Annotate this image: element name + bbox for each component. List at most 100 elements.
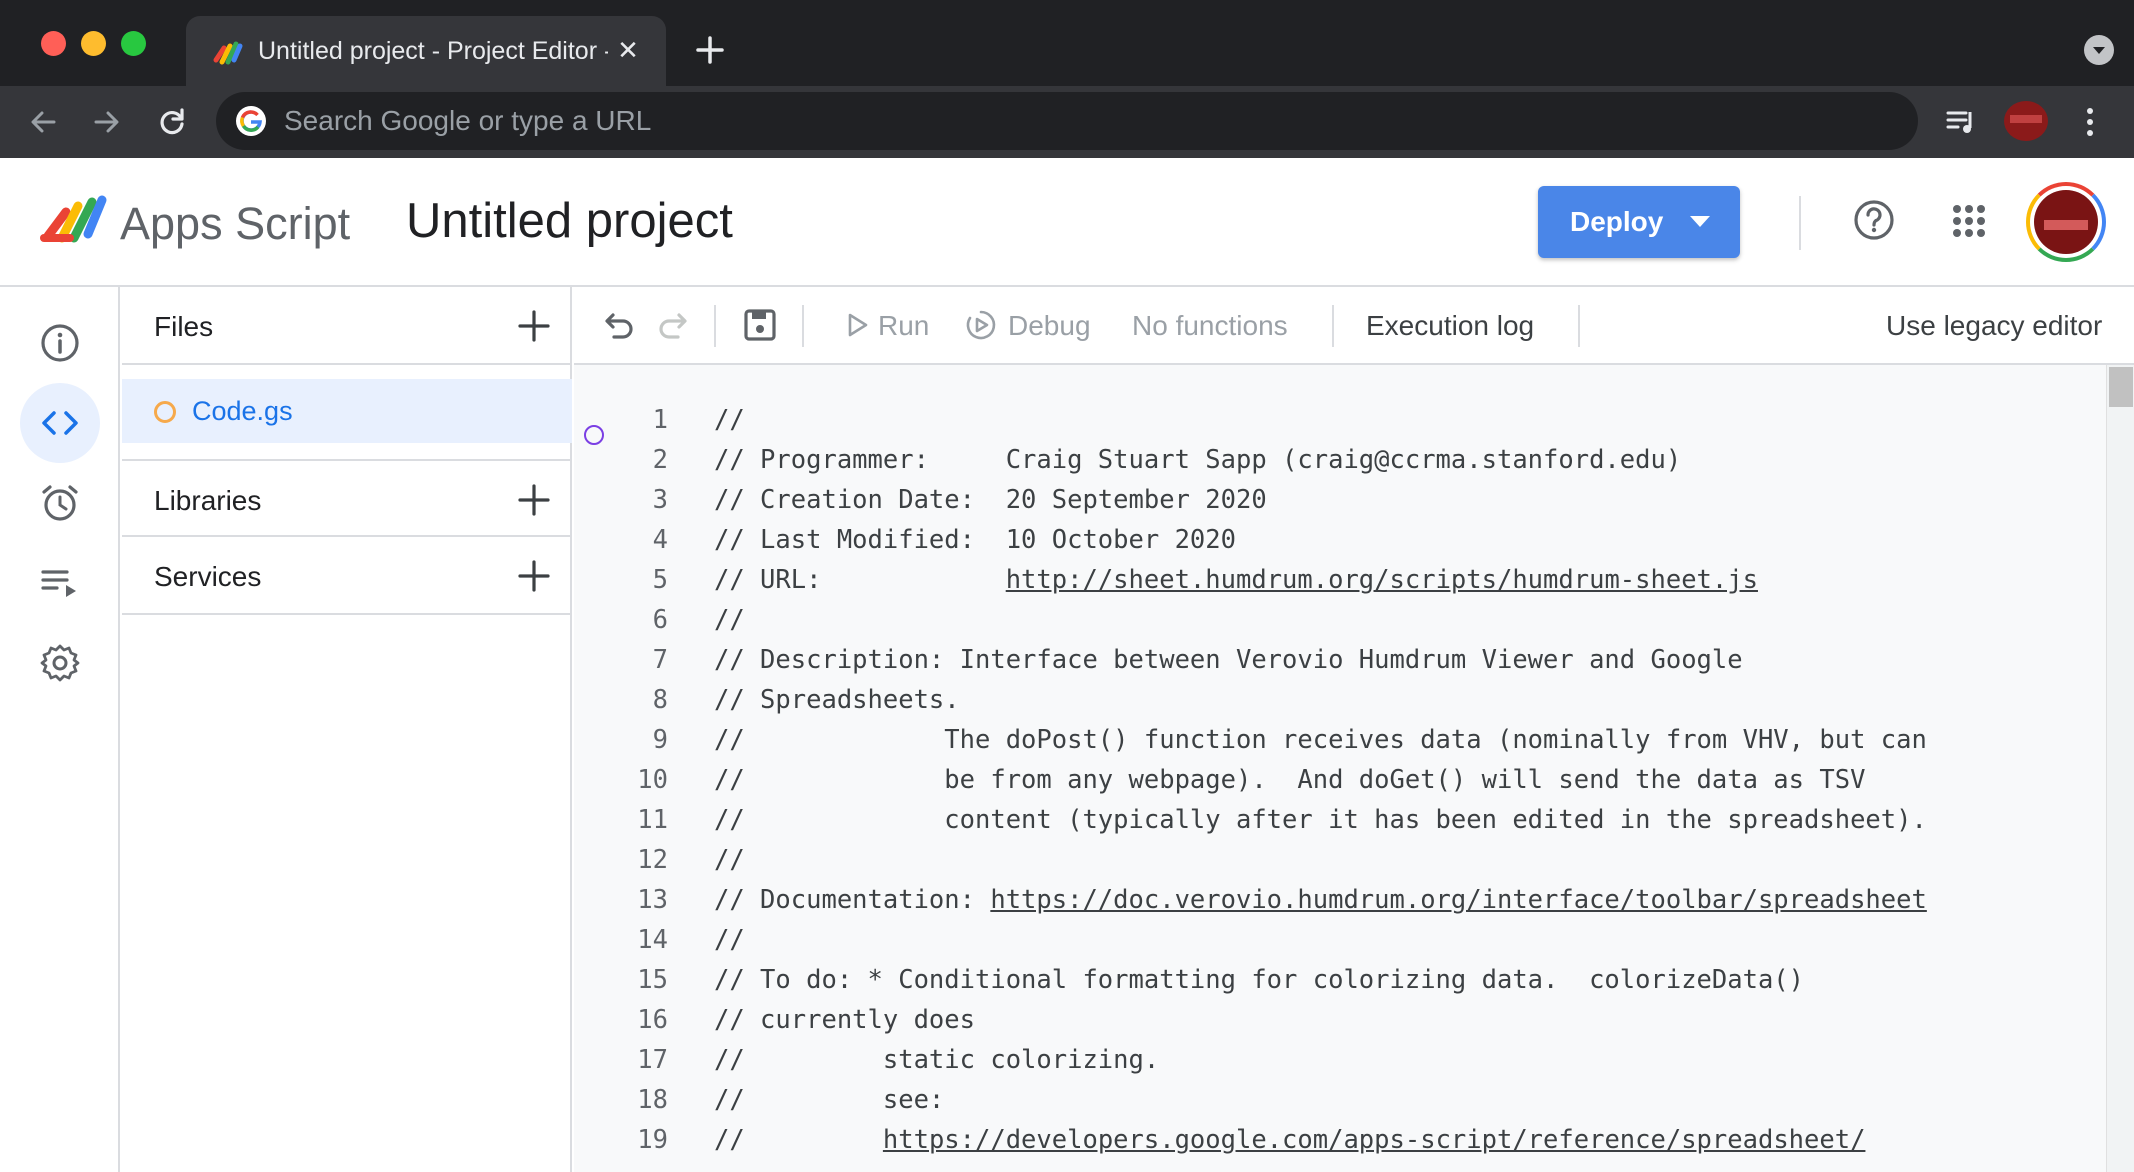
- code-text: // Spreadsheets.: [714, 680, 960, 720]
- code-line[interactable]: 14 //: [574, 920, 2104, 960]
- new-tab-icon[interactable]: [690, 30, 730, 70]
- account-avatar[interactable]: [2026, 182, 2106, 262]
- execution-log-button[interactable]: Execution log: [1366, 309, 1534, 343]
- code-text: // content (typically after it has been …: [714, 800, 1927, 840]
- add-service-icon[interactable]: [516, 558, 552, 594]
- code-line[interactable]: 3 // Creation Date: 20 September 2020: [574, 480, 2104, 520]
- toolbar-separator: [1578, 305, 1580, 347]
- code-line[interactable]: 19 // https://developers.google.com/apps-…: [574, 1120, 2104, 1160]
- tab-search-icon[interactable]: [2084, 35, 2114, 65]
- code-line[interactable]: 11 // content (typically after it has bee…: [574, 800, 2104, 840]
- comment-text: //: [714, 405, 745, 435]
- browser-tab-bar: Untitled project - Project Editor - Apps…: [0, 0, 2134, 86]
- executions-list-icon: [41, 570, 76, 597]
- rail-triggers-button[interactable]: [20, 463, 100, 543]
- code-line[interactable]: 13 // Documentation: https://doc.verovio.…: [574, 880, 2104, 920]
- back-arrow-icon[interactable]: [26, 104, 62, 140]
- line-number: 11: [637, 805, 668, 835]
- editor-scrollbar[interactable]: [2106, 365, 2134, 1172]
- google-apps-grid-icon[interactable]: [1952, 204, 1986, 238]
- code-line[interactable]: 5 // URL: http://sheet.humdrum.org/script…: [574, 560, 2104, 600]
- deploy-button[interactable]: Deploy: [1538, 186, 1740, 258]
- debug-icon: [966, 310, 996, 340]
- project-title[interactable]: Untitled project: [406, 192, 733, 250]
- browser-menu-icon[interactable]: [2080, 102, 2100, 142]
- forward-arrow-icon[interactable]: [88, 104, 124, 140]
- code-line[interactable]: 12 //: [574, 840, 2104, 880]
- toolbar-separator: [1332, 305, 1334, 347]
- rail-executions-button[interactable]: [20, 543, 100, 623]
- code-line[interactable]: 10 // be from any webpage). And doGet() w…: [574, 760, 2104, 800]
- window-minimize-button[interactable]: [81, 31, 106, 56]
- window-maximize-button[interactable]: [121, 31, 146, 56]
- code-line[interactable]: 2 // Programmer: Craig Stuart Sapp (craig…: [574, 440, 2104, 480]
- files-section-header: Files: [122, 287, 572, 365]
- window-close-button[interactable]: [41, 31, 66, 56]
- rail-overview-button[interactable]: [20, 303, 100, 383]
- browser-tab-active[interactable]: Untitled project - Project Editor - Apps…: [186, 16, 666, 86]
- code-text: // be from any webpage). And doGet() wil…: [714, 760, 1865, 800]
- redo-icon[interactable]: [656, 307, 692, 343]
- comment-text: //: [714, 845, 745, 875]
- comment-text: // Description: Interface between Verovi…: [714, 645, 1743, 675]
- apps-script-logo-icon[interactable]: [40, 192, 108, 248]
- code-text: // currently does: [714, 1000, 975, 1040]
- code-line[interactable]: 16 // currently does: [574, 1000, 2104, 1040]
- comment-text: // Last Modified: 10 October 2020: [714, 525, 1236, 555]
- rail-editor-button[interactable]: [20, 383, 100, 463]
- help-icon[interactable]: [1852, 198, 1896, 242]
- code-editor[interactable]: 1 // 2 // Programmer: Craig Stuart Sapp (cr…: [574, 365, 2134, 1172]
- info-icon: [41, 324, 79, 362]
- scrollbar-thumb[interactable]: [2109, 367, 2133, 407]
- code-line[interactable]: 7 // Description: Interface between Verov…: [574, 640, 2104, 680]
- code-line[interactable]: 18 // see:: [574, 1080, 2104, 1120]
- function-select[interactable]: No functions: [1132, 309, 1288, 343]
- code-line[interactable]: 4 // Last Modified: 10 October 2020: [574, 520, 2104, 560]
- line-number: 4: [652, 525, 668, 555]
- comment-text: // To do: * Conditional formatting for c…: [714, 965, 1805, 995]
- address-bar[interactable]: Search Google or type a URL: [216, 92, 1918, 150]
- toolbar-separator: [714, 305, 716, 347]
- use-legacy-editor-button[interactable]: Use legacy editor: [1886, 309, 2102, 343]
- line-number: 19: [637, 1125, 668, 1155]
- browser-profile-avatar[interactable]: [2004, 101, 2048, 141]
- media-control-icon[interactable]: [1944, 104, 1980, 140]
- code-line[interactable]: 15 // To do: * Conditional formatting for…: [574, 960, 2104, 1000]
- add-file-icon[interactable]: [516, 308, 552, 344]
- avatar-image: [2034, 190, 2098, 254]
- line-number: 9: [652, 725, 668, 755]
- undo-icon[interactable]: [600, 307, 636, 343]
- files-section-label: Files: [154, 311, 214, 342]
- comment-text: // Spreadsheets.: [714, 685, 960, 715]
- add-library-icon[interactable]: [516, 482, 552, 518]
- reload-icon[interactable]: [154, 104, 190, 140]
- line-number: 18: [637, 1085, 668, 1115]
- comment-link[interactable]: https://doc.verovio.humdrum.org/interfac…: [990, 885, 1927, 915]
- code-text: //: [714, 920, 745, 960]
- code-line[interactable]: 17 // static colorizing.: [574, 1040, 2104, 1080]
- comment-link[interactable]: https://developers.google.com/apps-scrip…: [883, 1125, 1866, 1155]
- debug-button[interactable]: Debug: [1008, 309, 1091, 343]
- code-line[interactable]: 1 //: [574, 400, 2104, 440]
- run-play-icon: [848, 313, 868, 337]
- rail-settings-button[interactable]: [20, 623, 100, 703]
- save-icon[interactable]: [742, 307, 778, 343]
- comment-link[interactable]: http://sheet.humdrum.org/scripts/humdrum…: [1006, 565, 1758, 595]
- side-nav-rail: [0, 287, 120, 1172]
- code-brackets-icon: [42, 411, 78, 435]
- code-line[interactable]: 9 // The doPost() function receives data …: [574, 720, 2104, 760]
- comment-text: // Programmer: Craig Stuart Sapp (craig@…: [714, 445, 1682, 475]
- code-line[interactable]: 6 //: [574, 600, 2104, 640]
- code-text: // see:: [714, 1080, 944, 1120]
- line-number: 13: [637, 885, 668, 915]
- comment-text: // static colorizing.: [714, 1045, 1160, 1075]
- run-button[interactable]: Run: [878, 309, 929, 343]
- comment-text: // content (typically after it has been …: [714, 805, 1927, 835]
- editor-toolbar: Run Debug No functions Execution log Use…: [574, 287, 2134, 365]
- file-item-code-gs[interactable]: Code.gs: [122, 379, 572, 443]
- services-section-label: Services: [154, 561, 262, 592]
- line-number: 5: [652, 565, 668, 595]
- code-text: // Description: Interface between Verovi…: [714, 640, 1743, 680]
- code-line[interactable]: 8 // Spreadsheets.: [574, 680, 2104, 720]
- tab-close-icon[interactable]: ✕: [612, 34, 644, 66]
